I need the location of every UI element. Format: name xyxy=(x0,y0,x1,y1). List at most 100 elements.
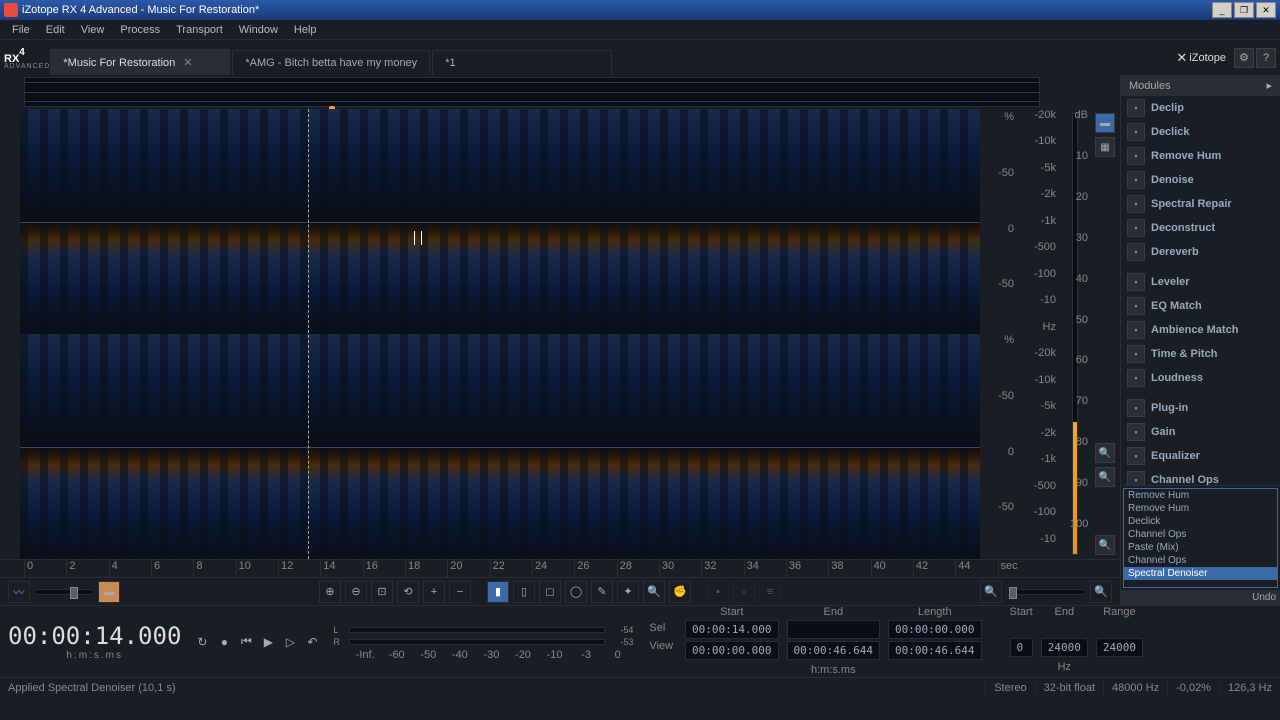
module-leveler[interactable]: ▪Leveler xyxy=(1121,270,1280,294)
tab-1[interactable]: *AMG - Bitch betta have my money xyxy=(232,50,430,75)
freq-start-field[interactable]: 0 xyxy=(1010,638,1033,657)
history-item[interactable]: Spectral Denoiser xyxy=(1124,567,1277,580)
sel-length-field[interactable]: 00:00:00.000 xyxy=(888,620,981,639)
view-start-field[interactable]: 00:00:00.000 xyxy=(685,641,778,660)
waveform-view-button[interactable]: ▬ xyxy=(1095,113,1115,133)
sel-start-field[interactable]: 00:00:14.000 xyxy=(685,620,778,639)
history-item[interactable]: Channel Ops xyxy=(1124,528,1277,541)
tab-2[interactable]: *1 xyxy=(432,50,612,75)
zoom-minus-icon[interactable]: − xyxy=(449,581,471,603)
module-declick[interactable]: ▪Declick xyxy=(1121,120,1280,144)
tab-0[interactable]: *Music For Restoration ✕ xyxy=(50,49,230,75)
box-selection-tool[interactable]: ◻ xyxy=(539,581,561,603)
history-item[interactable]: Remove Hum xyxy=(1124,489,1277,502)
menu-transport[interactable]: Transport xyxy=(168,22,231,38)
menu-edit[interactable]: Edit xyxy=(38,22,73,38)
module-remove-hum[interactable]: ▪Remove Hum xyxy=(1121,144,1280,168)
modules-header[interactable]: Modules▸ xyxy=(1121,75,1280,96)
lasso-tool[interactable]: ◯ xyxy=(565,581,587,603)
time-selection-tool[interactable]: ▮ xyxy=(487,581,509,603)
loop-button[interactable]: ↻ xyxy=(193,633,211,651)
zoom-out-icon[interactable]: ⊖ xyxy=(345,581,367,603)
module-dereverb[interactable]: ▪Dereverb xyxy=(1121,240,1280,264)
module-gain[interactable]: ▪Gain xyxy=(1121,420,1280,444)
module-label: Dereverb xyxy=(1151,246,1199,258)
module-eq-match[interactable]: ▪EQ Match xyxy=(1121,294,1280,318)
spectrogram-view-button[interactable]: ▦ xyxy=(1095,137,1115,157)
play-button[interactable]: ▶ xyxy=(259,633,277,651)
minimize-button[interactable]: _ xyxy=(1212,2,1232,18)
record-button[interactable]: ● xyxy=(215,633,233,651)
close-icon[interactable]: ✕ xyxy=(183,56,192,69)
list-tool[interactable]: ≡ xyxy=(759,581,781,603)
module-label: Plug-in xyxy=(1151,402,1188,414)
header: RX4 ADVANCED *Music For Restoration✕*AMG… xyxy=(0,40,1280,75)
level-meter: dB102030405060708090100 xyxy=(1060,109,1090,559)
zoom-freq-icon[interactable]: 🔍 xyxy=(1095,535,1115,555)
find-tool[interactable]: 🔍 xyxy=(643,581,665,603)
stop-button[interactable]: ↶ xyxy=(303,633,321,651)
zoom-in-icon[interactable]: ⊕ xyxy=(319,581,341,603)
module-label: Remove Hum xyxy=(1151,150,1221,162)
expand-icon: ▸ xyxy=(1266,79,1272,92)
menu-view[interactable]: View xyxy=(73,22,113,38)
module-denoise[interactable]: ▪Denoise xyxy=(1121,168,1280,192)
menu-process[interactable]: Process xyxy=(112,22,168,38)
zoom-plus-icon[interactable]: + xyxy=(423,581,445,603)
module-plug-in[interactable]: ▪Plug-in xyxy=(1121,396,1280,420)
wand-tool[interactable]: ✦ xyxy=(617,581,639,603)
hzoom-slider[interactable] xyxy=(1006,589,1086,595)
freq-end-field[interactable]: 24000 xyxy=(1041,638,1088,657)
module-channel-ops[interactable]: ▪Channel Ops xyxy=(1121,468,1280,485)
settings-icon[interactable]: ⚙ xyxy=(1234,48,1254,68)
close-button[interactable]: ✕ xyxy=(1256,2,1276,18)
marker-tool[interactable]: ▪ xyxy=(707,581,729,603)
history-item[interactable]: Channel Ops xyxy=(1124,554,1277,567)
spectro-mode-button[interactable]: ▬ xyxy=(98,581,120,603)
module-spectral-repair[interactable]: ▪Spectral Repair xyxy=(1121,192,1280,216)
view-length-field[interactable]: 00:00:46.644 xyxy=(888,641,981,660)
tab-label: *1 xyxy=(445,57,455,69)
brand-logo: ✕iZotope xyxy=(1176,50,1226,66)
rewind-button[interactable]: ⏮ xyxy=(237,633,255,651)
help-icon[interactable]: ? xyxy=(1256,48,1276,68)
zoom-selection-icon[interactable]: ⊡ xyxy=(371,581,393,603)
menubar: FileEditViewProcessTransportWindowHelp xyxy=(0,20,1280,40)
undo-button[interactable]: Undo xyxy=(1121,590,1280,605)
module-declip[interactable]: ▪Declip xyxy=(1121,96,1280,120)
menu-help[interactable]: Help xyxy=(286,22,325,38)
module-loudness[interactable]: ▪Loudness xyxy=(1121,366,1280,390)
brush-tool[interactable]: ✎ xyxy=(591,581,613,603)
waveform-mode-button[interactable]: 〰 xyxy=(8,581,30,603)
history-item[interactable]: Paste (Mix) xyxy=(1124,541,1277,554)
module-time-&-pitch[interactable]: ▪Time & Pitch xyxy=(1121,342,1280,366)
overview-waveform[interactable] xyxy=(24,77,1040,107)
hzoom-out-icon[interactable]: 🔍 xyxy=(980,581,1002,603)
grab-tool[interactable]: ✊ xyxy=(669,581,691,603)
timeline-ruler[interactable]: 0246810121416182022242628303234363840424… xyxy=(0,559,1120,577)
channel-gutter xyxy=(0,109,20,559)
maximize-button[interactable]: ❐ xyxy=(1234,2,1254,18)
history-item[interactable]: Declick xyxy=(1124,515,1277,528)
region-tool[interactable]: ▫ xyxy=(733,581,755,603)
hzoom-in-icon[interactable]: 🔍 xyxy=(1090,581,1112,603)
spectrogram-display[interactable] xyxy=(20,109,980,559)
module-deconstruct[interactable]: ▪Deconstruct xyxy=(1121,216,1280,240)
module-equalizer[interactable]: ▪Equalizer xyxy=(1121,444,1280,468)
freq-selection-tool[interactable]: ▯ xyxy=(513,581,535,603)
opacity-slider[interactable] xyxy=(34,589,94,595)
status-field: 126,3 Hz xyxy=(1219,682,1272,694)
view-end-field[interactable]: 00:00:46.644 xyxy=(787,641,880,660)
module-ambience-match[interactable]: ▪Ambience Match xyxy=(1121,318,1280,342)
zoom-in-vertical-icon[interactable]: 🔍 xyxy=(1095,443,1115,463)
sel-end-field[interactable] xyxy=(787,620,880,639)
menu-window[interactable]: Window xyxy=(231,22,286,38)
zoom-reset-icon[interactable]: ⟲ xyxy=(397,581,419,603)
tab-label: *Music For Restoration xyxy=(63,57,175,69)
history-item[interactable]: Remove Hum xyxy=(1124,502,1277,515)
play-selection-button[interactable]: ▷ xyxy=(281,633,299,651)
module-label: Leveler xyxy=(1151,276,1190,288)
freq-range-field[interactable]: 24000 xyxy=(1096,638,1143,657)
menu-file[interactable]: File xyxy=(4,22,38,38)
zoom-out-vertical-icon[interactable]: 🔍 xyxy=(1095,467,1115,487)
